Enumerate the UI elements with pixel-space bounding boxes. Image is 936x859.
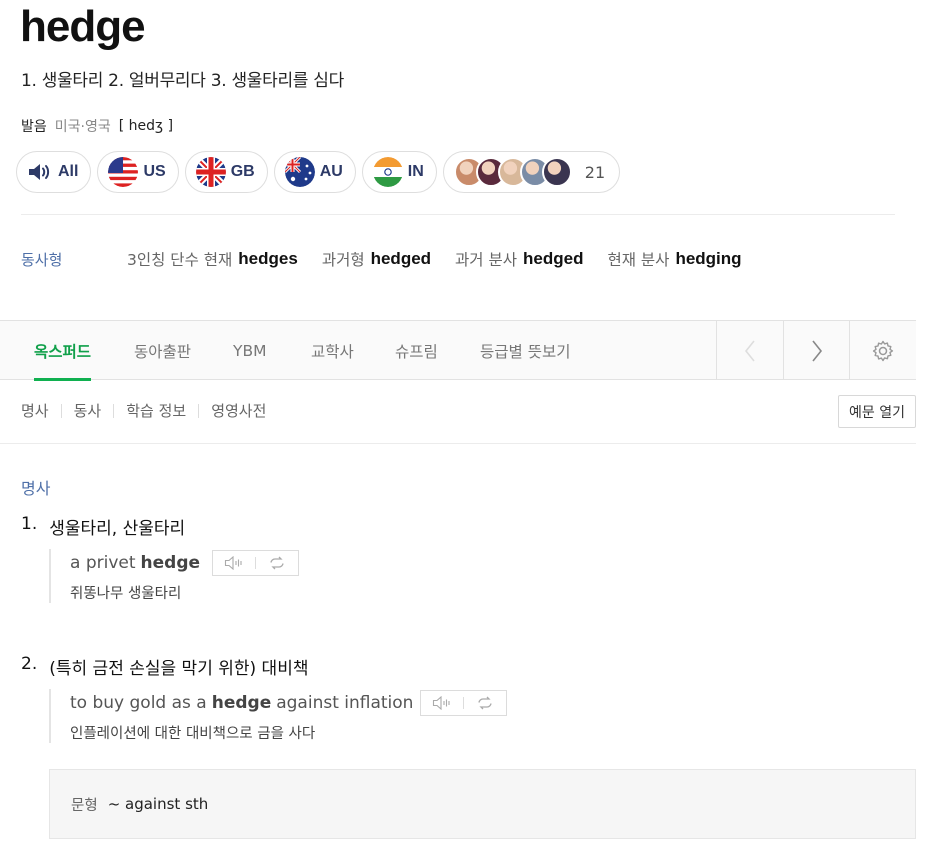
gear-icon: [872, 340, 894, 361]
form-word[interactable]: hedged: [371, 249, 431, 269]
user-avatars: [453, 157, 572, 187]
divider: [0, 443, 916, 444]
example-text: to buy gold as a: [70, 693, 207, 713]
speaker-outline-icon: [224, 556, 242, 570]
sentence-pattern-box: 문형 ~ against sth: [49, 769, 916, 839]
sense-text: 생울타리, 산울타리: [49, 519, 186, 539]
example-tools: [212, 550, 300, 576]
audio-us-label: US: [143, 163, 166, 180]
open-examples-button[interactable]: 예문 열기: [838, 395, 916, 428]
example-block: to buy gold as a hedge against inflation…: [49, 689, 508, 743]
example-translation: 쥐똥나무 생울타리: [70, 586, 182, 602]
example-highlight: hedge: [140, 553, 201, 573]
audio-all-button[interactable]: All: [16, 151, 92, 193]
pronunciation-label: 발음: [21, 119, 47, 135]
divider: [113, 403, 115, 418]
subnav-item-english-dictionary[interactable]: 영영사전: [211, 400, 266, 421]
audio-in-button[interactable]: IN: [361, 151, 437, 193]
chevron-right-icon: [812, 340, 823, 361]
audio-us-button[interactable]: US: [97, 151, 179, 193]
pronunciation-region: 미국·영국: [54, 119, 111, 135]
audio-button-row: All US GB AU IN 21: [16, 151, 621, 193]
pattern-label: 문형: [71, 797, 98, 814]
subnav-item-learning-info[interactable]: 학습 정보: [126, 400, 186, 421]
audio-gb-label: GB: [230, 163, 255, 180]
example-text: against inflation: [276, 693, 414, 713]
example-play-button[interactable]: [421, 691, 463, 715]
divider: [198, 403, 200, 418]
tab-donga[interactable]: 동아출판: [134, 321, 191, 380]
form-label: 과거 분사: [455, 251, 518, 269]
verb-forms-label: 동사형: [21, 250, 63, 269]
us-flag-icon: [108, 157, 139, 187]
form-label: 현재 분사: [607, 251, 670, 269]
pos-label: 명사: [21, 479, 51, 498]
repeat-icon: [478, 696, 493, 710]
tab-by-level[interactable]: 등급별 뜻보기: [480, 321, 571, 380]
sense-definition: 2. (특히 금전 손실을 막기 위한) 대비책: [21, 654, 308, 679]
divider: [60, 403, 62, 418]
user-avatar: [541, 157, 572, 187]
form-word[interactable]: hedged: [523, 249, 583, 269]
tab-oxford[interactable]: 옥스퍼드: [34, 321, 92, 381]
sense-number: 1.: [21, 514, 38, 534]
verb-forms: 동사형 3인칭 단수 현재 hedges 과거형 hedged 과거 분사 he…: [21, 248, 766, 270]
example-translation: 인플레이션에 대한 대비책으로 금을 사다: [70, 726, 316, 742]
india-flag-icon: [372, 157, 403, 187]
pattern-text: ~ against sth: [107, 795, 209, 813]
example-text: a privet: [70, 553, 136, 573]
audio-au-button[interactable]: AU: [273, 151, 356, 193]
example-block: a privet hedge 쥐똥나무 생울타리: [49, 549, 300, 603]
chevron-left-icon: [744, 340, 755, 361]
prev-tab-button[interactable]: [716, 321, 783, 380]
user-pronunciations-button[interactable]: 21: [442, 151, 621, 193]
headword: hedge: [20, 2, 146, 51]
section-subnav: 명사 동사 학습 정보 영영사전: [21, 400, 266, 421]
uk-flag-icon: [195, 157, 226, 187]
speaker-icon: [29, 164, 50, 180]
speaker-outline-icon: [433, 696, 451, 710]
next-tab-button[interactable]: [783, 321, 850, 380]
example-repeat-button[interactable]: [256, 551, 298, 575]
sense-text: (특히 금전 손실을 막기 위한) 대비책: [49, 659, 309, 679]
user-pronunciation-count: 21: [584, 162, 606, 182]
example-sentence: to buy gold as a hedge against inflation: [70, 689, 508, 717]
example-highlight: hedge: [211, 693, 272, 713]
subnav-item-noun[interactable]: 명사: [21, 400, 49, 421]
form-word[interactable]: hedging: [675, 249, 741, 269]
example-sentence: a privet hedge: [70, 549, 300, 577]
repeat-icon: [270, 556, 284, 570]
settings-button[interactable]: [849, 321, 916, 380]
sense-definition: 1. 생울타리, 산울타리: [21, 514, 185, 539]
form-label: 3인칭 단수 현재: [127, 251, 233, 269]
example-play-button[interactable]: [213, 551, 255, 575]
australia-flag-icon: [284, 157, 315, 187]
tab-supreme[interactable]: 슈프림: [395, 321, 438, 380]
tab-kyohaksa[interactable]: 교학사: [311, 321, 354, 380]
sense-number: 2.: [21, 654, 38, 674]
divider: [21, 214, 895, 215]
form-word[interactable]: hedges: [238, 249, 298, 269]
audio-au-label: AU: [319, 163, 343, 180]
form-label: 과거형: [321, 251, 365, 269]
example-repeat-button[interactable]: [464, 691, 506, 715]
subnav-item-verb[interactable]: 동사: [74, 400, 102, 421]
audio-gb-button[interactable]: GB: [184, 151, 268, 193]
tab-ybm[interactable]: YBM: [233, 321, 266, 380]
dictionary-tab-bar: 옥스퍼드 동아출판 YBM 교학사 슈프림 등급별 뜻보기: [0, 320, 916, 381]
audio-in-label: IN: [407, 163, 424, 180]
pronunciation-ipa: [ hedʒ ]: [118, 118, 174, 134]
example-tools: [420, 690, 508, 716]
summary-meanings: 1. 생울타리 2. 얼버무리다 3. 생울타리를 심다: [21, 71, 344, 91]
pronunciation-row: 발음 미국·영국 [ hedʒ ]: [21, 116, 173, 136]
audio-all-label: All: [58, 163, 79, 180]
